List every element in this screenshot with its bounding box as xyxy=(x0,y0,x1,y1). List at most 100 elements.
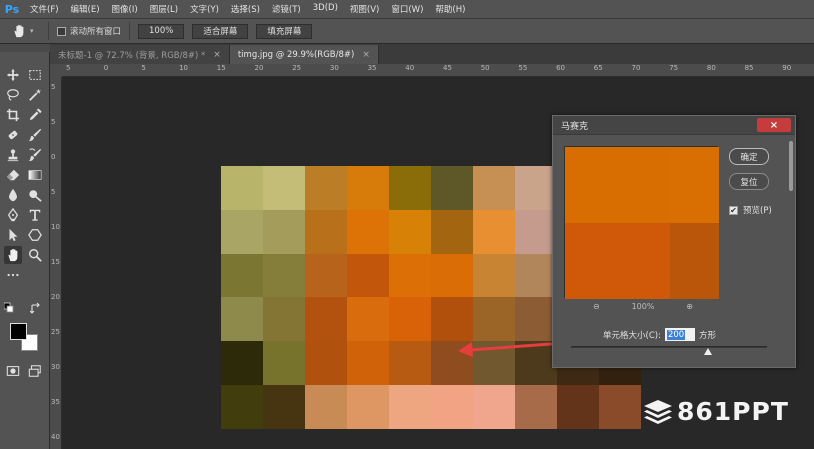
menu-item[interactable]: 选择(S) xyxy=(225,3,266,15)
ruler-origin[interactable] xyxy=(50,64,62,77)
ruler-tick-label: 25 xyxy=(292,64,302,72)
menu-item[interactable]: 3D(D) xyxy=(307,3,344,15)
menu-item[interactable]: 视图(V) xyxy=(344,3,385,15)
tab-untitled-1[interactable]: 未标题-1 @ 72.7% (背景, RGB/8#) * × xyxy=(50,45,230,64)
mosaic-cell xyxy=(221,341,263,386)
mosaic-cell xyxy=(263,385,305,429)
fill-screen-button[interactable]: 填充屏幕 xyxy=(256,23,313,39)
ruler-tick-label: 5 xyxy=(51,188,56,196)
close-icon[interactable]: × xyxy=(213,50,221,60)
cell-size-label: 单元格大小(C): xyxy=(603,330,661,341)
cell-size-input[interactable]: 200 xyxy=(664,328,695,341)
blur-tool-icon[interactable] xyxy=(4,186,22,204)
ruler-tick-label: 80 xyxy=(706,64,716,72)
tool-preset-caret-icon[interactable]: ▾ xyxy=(30,21,40,41)
ruler-tick-label: 10 xyxy=(51,223,60,231)
brush-tool-icon[interactable] xyxy=(26,126,44,144)
menu-item[interactable]: 文字(Y) xyxy=(184,3,225,15)
ruler-tick-label: 15 xyxy=(51,258,60,266)
lasso-tool-icon[interactable] xyxy=(4,86,22,104)
mosaic-cell xyxy=(305,297,347,342)
reset-button[interactable]: 复位 xyxy=(729,173,769,190)
default-colors-icon[interactable] xyxy=(4,302,14,313)
path-selection-tool-icon[interactable] xyxy=(4,226,22,244)
shape-tool-icon[interactable] xyxy=(26,226,44,244)
menu-item[interactable]: 窗口(W) xyxy=(385,3,429,15)
eyedropper-tool-icon[interactable] xyxy=(26,106,44,124)
preview-checkbox[interactable]: ✔ xyxy=(729,205,738,215)
clone-stamp-tool-icon[interactable] xyxy=(4,146,22,164)
filter-preview[interactable] xyxy=(564,146,719,299)
options-bar: ▾ 滚动所有窗口 100% 适合屏幕 填充屏幕 xyxy=(0,18,814,44)
preview-checkbox-row[interactable]: ✔ 预览(P) xyxy=(729,204,772,216)
healing-brush-tool-icon[interactable] xyxy=(4,126,22,144)
dialog-scrollbar[interactable] xyxy=(789,141,793,191)
menu-item[interactable]: 编辑(E) xyxy=(65,3,106,15)
scroll-all-windows-label: 滚动所有窗口 xyxy=(70,27,122,37)
screen-mode-icon[interactable] xyxy=(26,362,44,380)
options-separator xyxy=(48,22,49,40)
mosaic-cell xyxy=(473,297,515,342)
ok-button[interactable]: 确定 xyxy=(729,148,769,165)
mosaic-cell xyxy=(389,341,431,386)
menu-item[interactable]: 图层(L) xyxy=(144,3,184,15)
menu-item[interactable]: 图像(I) xyxy=(106,3,144,15)
move-tool-icon[interactable] xyxy=(4,66,22,84)
menu-item[interactable]: 滤镜(T) xyxy=(266,3,307,15)
magic-wand-tool-icon[interactable] xyxy=(26,86,44,104)
mosaic-cell xyxy=(431,341,473,386)
crop-tool-icon[interactable] xyxy=(4,106,22,124)
mosaic-cell xyxy=(221,166,263,210)
tab-label: timg.jpg @ 29.9%(RGB/8#) xyxy=(237,49,355,60)
type-tool-icon[interactable] xyxy=(26,206,44,224)
mosaic-cell xyxy=(389,209,431,254)
eraser-tool-icon[interactable] xyxy=(4,166,22,184)
mosaic-cell xyxy=(515,166,557,210)
mosaic-cell xyxy=(221,253,263,298)
swap-colors-icon[interactable] xyxy=(30,302,42,315)
zoom-out-icon[interactable]: ⊖ xyxy=(593,302,600,311)
preview-label: 预览(P) xyxy=(743,206,772,216)
fit-screen-button[interactable]: 适合屏幕 xyxy=(192,23,249,39)
cell-size-slider-track[interactable] xyxy=(571,346,767,348)
mosaic-cell xyxy=(431,253,473,298)
mosaic-cell xyxy=(473,209,515,254)
menu-item[interactable]: 文件(F) xyxy=(24,3,65,15)
zoom-in-icon[interactable]: ⊕ xyxy=(686,302,693,311)
zoom-tool-icon[interactable] xyxy=(26,246,44,264)
mosaic-cell xyxy=(347,166,389,210)
foreground-color-swatch[interactable] xyxy=(10,323,27,340)
mosaic-cell xyxy=(473,385,515,429)
pen-tool-icon[interactable] xyxy=(4,206,22,224)
dodge-tool-icon[interactable] xyxy=(26,186,44,204)
ruler-tick-label: 50 xyxy=(480,64,490,72)
tools-panel-grip[interactable] xyxy=(0,44,50,52)
history-brush-tool-icon[interactable] xyxy=(26,146,44,164)
mosaic-cell xyxy=(389,253,431,298)
marquee-tool-icon[interactable] xyxy=(26,66,44,84)
ruler-tick-label: 35 xyxy=(51,398,60,406)
zoom-100-button[interactable]: 100% xyxy=(138,23,185,39)
tab-timg-jpg[interactable]: timg.jpg @ 29.9%(RGB/8#) × xyxy=(229,45,379,64)
mosaic-cell xyxy=(473,253,515,298)
ruler-tick-label: 85 xyxy=(744,64,754,72)
close-icon[interactable]: × xyxy=(362,50,370,60)
dialog-close-button[interactable]: × xyxy=(757,118,791,132)
menu-item[interactable]: 帮助(H) xyxy=(429,3,471,15)
horizontal-ruler[interactable]: 5 0 5 10 15 20 25 30 35 40 45 50 55 60 65 70 75 80 85 90 xyxy=(62,64,814,77)
vertical-ruler[interactable]: 5 5 0 5 10 15 20 25 30 35 40 xyxy=(50,77,62,449)
edit-toolbar-icon[interactable] xyxy=(4,266,22,284)
mosaic-cell xyxy=(305,209,347,254)
hand-tool-icon[interactable] xyxy=(4,246,22,264)
gradient-tool-icon[interactable] xyxy=(26,166,44,184)
ruler-tick-label: 15 xyxy=(216,64,226,72)
menu-items: 文件(F) 编辑(E) 图像(I) 图层(L) 文字(Y) 选择(S) 滤镜(T) 3D(D)… xyxy=(24,3,471,15)
cell-size-slider-thumb[interactable] xyxy=(704,348,713,355)
quick-mask-icon[interactable] xyxy=(4,362,22,380)
preview-zoom-value: 100% xyxy=(631,302,655,311)
scroll-all-windows-checkbox[interactable] xyxy=(57,26,66,36)
mosaic-cell xyxy=(221,385,263,429)
layers-logo-icon xyxy=(644,399,672,424)
ruler-tick-label: 90 xyxy=(782,64,792,72)
hand-tool-preset-icon[interactable] xyxy=(8,21,30,41)
